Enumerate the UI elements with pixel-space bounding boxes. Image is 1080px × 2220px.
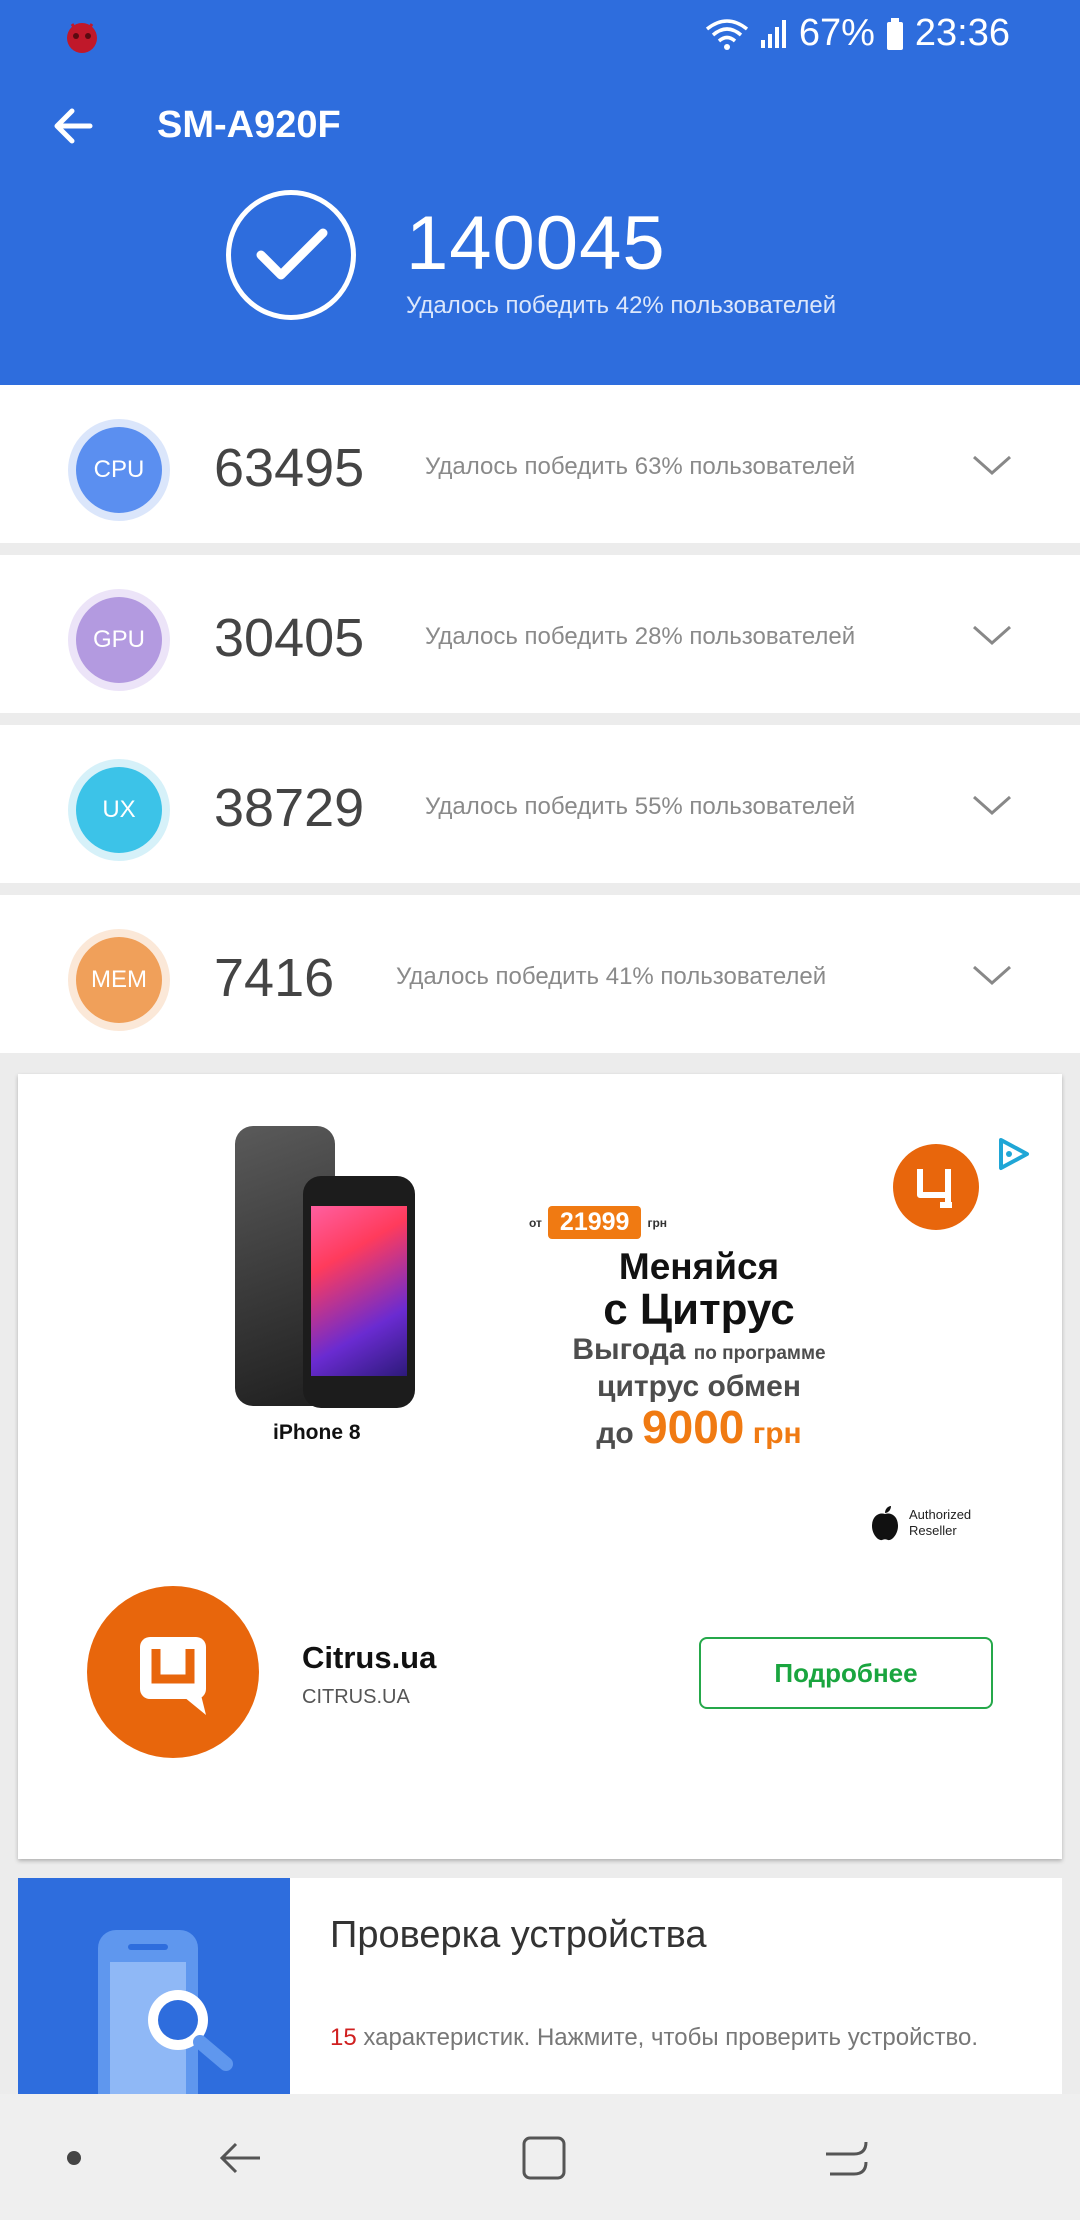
app-header: 67% 23:36 SM-A920F 140045 Удалось победи… bbox=[0, 0, 1080, 385]
chevron-down-icon[interactable] bbox=[970, 443, 1014, 487]
clock: 23:36 bbox=[914, 12, 1010, 54]
chevron-down-icon[interactable] bbox=[970, 613, 1014, 657]
chevron-down-icon[interactable] bbox=[970, 783, 1014, 827]
ux-description: Удалось победить 55% пользователей bbox=[425, 793, 856, 820]
chevron-down-icon[interactable] bbox=[970, 953, 1014, 997]
score-row-cpu[interactable]: CPU 63495 Удалось победить 63% пользоват… bbox=[0, 385, 1080, 543]
system-nav-bar bbox=[0, 2094, 1080, 2220]
gpu-badge-label: GPU bbox=[76, 597, 162, 683]
cpu-badge: CPU bbox=[68, 419, 170, 521]
authorized-reseller: Authorized Reseller bbox=[869, 1504, 971, 1542]
apple-logo-icon bbox=[872, 1506, 898, 1541]
promo-headline-1: Меняйся bbox=[618, 1246, 780, 1287]
mem-description: Удалось победить 41% пользователей bbox=[396, 963, 827, 990]
status-bar: 67% 23:36 bbox=[0, 0, 1080, 70]
adchoices-icon[interactable] bbox=[993, 1134, 1033, 1174]
gpu-badge: GPU bbox=[68, 589, 170, 691]
battery-icon bbox=[886, 17, 903, 50]
antutu-app-icon bbox=[67, 23, 97, 53]
ux-score: 38729 bbox=[214, 778, 365, 838]
advertiser-logo[interactable] bbox=[87, 1586, 259, 1758]
characteristics-count: 15 bbox=[330, 2024, 357, 2051]
promo-text: от 21999 грн Меняйся с Цитрус Выгода по … bbox=[529, 1206, 869, 1458]
price-badge: 21999 bbox=[547, 1206, 642, 1239]
cpu-description: Удалось победить 63% пользователей bbox=[425, 453, 856, 480]
gpu-score: 30405 bbox=[214, 608, 365, 668]
citrus-logo-icon bbox=[893, 1144, 979, 1230]
promo-line-5: до 9000 грн bbox=[596, 1401, 802, 1453]
advertiser-name[interactable]: Citrus.ua bbox=[302, 1640, 436, 1676]
iphone-front-image bbox=[303, 1176, 415, 1408]
mem-badge: MEM bbox=[68, 929, 170, 1031]
device-check-description: 15 характеристик. Нажмите, чтобы провери… bbox=[330, 2024, 979, 2051]
wifi-icon bbox=[705, 18, 748, 50]
back-nav-icon[interactable] bbox=[214, 2130, 270, 2186]
mem-score: 7416 bbox=[214, 948, 335, 1008]
dot-indicator-icon[interactable] bbox=[46, 2130, 102, 2186]
total-score-description: Удалось победить 42% пользователей bbox=[406, 292, 837, 319]
score-row-mem[interactable]: MEM 7416 Удалось победить 41% пользовате… bbox=[0, 895, 1080, 1053]
total-score: 140045 bbox=[406, 201, 666, 286]
ad-card[interactable]: iPhone 8 от 21999 грн Меняйся с Цитрус В… bbox=[18, 1074, 1062, 1859]
score-row-gpu[interactable]: GPU 30405 Удалось победить 28% пользоват… bbox=[0, 555, 1080, 713]
gpu-description: Удалось победить 28% пользователей bbox=[425, 623, 856, 650]
ux-badge: UX bbox=[68, 759, 170, 861]
details-button[interactable]: Подробнее bbox=[699, 1637, 993, 1709]
signal-icon bbox=[760, 19, 786, 48]
cpu-score: 63495 bbox=[214, 438, 365, 498]
score-row-ux[interactable]: UX 38729 Удалось победить 55% пользовате… bbox=[0, 725, 1080, 883]
cpu-badge-label: CPU bbox=[76, 427, 162, 513]
ad-banner[interactable]: iPhone 8 от 21999 грн Меняйся с Цитрус В… bbox=[193, 1114, 1029, 1594]
promo-headline-2: с Цитрус bbox=[603, 1285, 795, 1334]
promo-line-3: Выгода по программе bbox=[572, 1333, 826, 1366]
device-check-title: Проверка устройства bbox=[330, 1914, 707, 1956]
price-line: от 21999 грн bbox=[529, 1206, 869, 1239]
toolbar: SM-A920F bbox=[0, 90, 1080, 166]
promo-line-4: цитрус обмен bbox=[597, 1370, 801, 1403]
mem-badge-label: MEM bbox=[76, 937, 162, 1023]
iphone-label: iPhone 8 bbox=[273, 1421, 361, 1444]
advertiser-url: CITRUS.UA bbox=[302, 1686, 410, 1708]
battery-percent: 67% bbox=[798, 12, 875, 54]
check-circle-icon bbox=[226, 190, 356, 320]
ux-badge-label: UX bbox=[76, 767, 162, 853]
back-arrow-icon[interactable] bbox=[46, 98, 102, 154]
recents-nav-icon[interactable] bbox=[820, 2130, 876, 2186]
home-nav-icon[interactable] bbox=[516, 2130, 572, 2186]
device-title: SM-A920F bbox=[157, 104, 341, 146]
